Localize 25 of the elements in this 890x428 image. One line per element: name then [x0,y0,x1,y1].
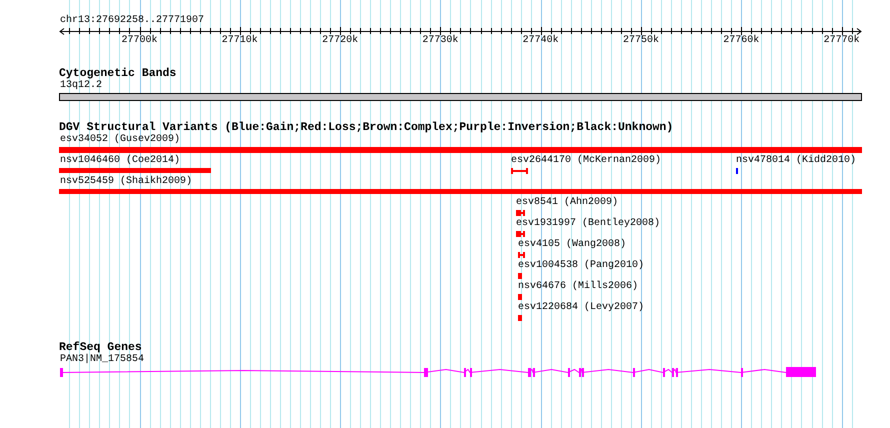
variant-label: esv1931997 (Bentley2008) [516,218,660,230]
variant-label: esv1220684 (Levy2007) [518,302,644,314]
variant-label: esv2644170 (McKernan2009) [511,155,662,167]
axis-tick-label: 27770k [824,35,860,47]
variant-label: esv1004538 (Pang2010) [518,260,644,272]
axis-tick-label: 27740k [522,35,559,47]
axis-tick-label: 27750k [623,35,659,47]
variant-label: nsv64676 (Mills2006) [518,281,638,293]
track-title: DGV Structural Variants (Blue:Gain;Red:Loss;Brown:Complex;Purple:Inversion;Black:Unknown) [59,121,674,134]
track-title: Cytogenetic Bands [59,67,176,80]
variant-label: nsv1046460 (Coe2014) [60,155,180,167]
axis-tick-label: 27710k [222,35,258,47]
variant-label: esv34052 (Gusev2009) [60,134,180,146]
gene-label: PAN3|NM_175854 [60,354,144,366]
chromosome-location: chr13:27692258..27771907 [60,15,204,27]
variant-label: esv4105 (Wang2008) [518,239,626,251]
variant-label: nsv478014 (Kidd2010) [736,155,856,167]
axis-tick-label: 27700k [122,35,158,47]
variant-label: nsv525459 (Shaikh2009) [60,176,192,188]
track-title: RefSeq Genes [59,341,142,354]
axis-tick-label: 27720k [322,35,358,47]
axis-tick-label: 27760k [723,35,760,47]
variant-label: esv8541 (Ahn2009) [516,197,618,209]
axis-tick-label: 27730k [422,35,458,47]
band-label: 13q12.2 [60,80,102,92]
